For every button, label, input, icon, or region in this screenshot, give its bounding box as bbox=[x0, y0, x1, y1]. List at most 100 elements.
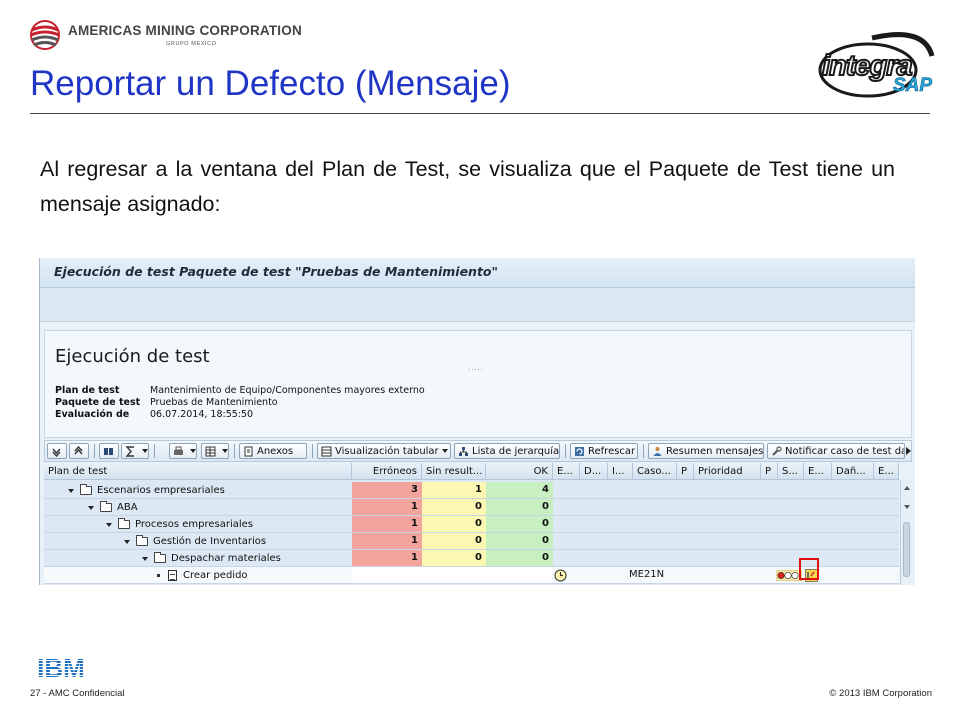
folder-icon bbox=[154, 552, 166, 563]
tree-row-leaf[interactable]: Crear pedido ME21N bbox=[44, 567, 899, 584]
intro-text: Al regresar a la ventana del Plan de Tes… bbox=[40, 157, 895, 216]
col-e2[interactable]: E... bbox=[804, 463, 832, 480]
tree-row[interactable]: Gestión de Inventarios 1 0 0 bbox=[44, 533, 899, 550]
col-p1[interactable]: P bbox=[677, 463, 694, 480]
sum-button[interactable] bbox=[121, 443, 149, 459]
resumen-mensajes-button[interactable]: Resumen mensajes bbox=[648, 443, 764, 459]
col-caso[interactable]: Caso... bbox=[633, 463, 677, 480]
collapse-all-button[interactable] bbox=[69, 443, 89, 459]
lista-label: Lista de jerarquía bbox=[472, 445, 560, 457]
cell-sin-result: 1 bbox=[422, 482, 486, 498]
message-highlight-box bbox=[799, 558, 819, 580]
refrescar-button[interactable]: Refrescar bbox=[570, 443, 638, 459]
node-label: Escenarios empresariales bbox=[97, 485, 225, 496]
scroll-thumb[interactable] bbox=[903, 522, 910, 577]
lista-jerarquia-button[interactable]: Lista de jerarquía bbox=[454, 443, 560, 459]
col-erroneos[interactable]: Erróneos bbox=[352, 463, 422, 480]
header-panel: Ejecución de test Plan de test Mantenimi… bbox=[44, 330, 912, 438]
info-value: Mantenimiento de Equipo/Componentes mayo… bbox=[150, 385, 425, 396]
col-d[interactable]: D... bbox=[580, 463, 608, 480]
document-icon bbox=[168, 570, 177, 581]
caret-icon bbox=[142, 449, 148, 453]
col-plan-de-test[interactable]: Plan de test bbox=[44, 463, 352, 480]
tree-node[interactable]: ABA bbox=[88, 499, 138, 516]
node-label: Gestión de Inventarios bbox=[153, 536, 267, 547]
expand-arrow-icon[interactable] bbox=[124, 539, 130, 544]
cell-blank bbox=[352, 567, 552, 583]
vertical-scrollbar[interactable] bbox=[900, 480, 912, 585]
cell-sin-result: 0 bbox=[422, 516, 486, 532]
tree-row[interactable]: Procesos empresariales 1 0 0 bbox=[44, 516, 899, 533]
cell-ok: 0 bbox=[486, 533, 553, 549]
clock-status-icon[interactable] bbox=[554, 569, 567, 582]
sap-application-toolbar bbox=[40, 288, 915, 322]
expand-arrow-icon[interactable] bbox=[142, 556, 148, 561]
resumen-label: Resumen mensajes bbox=[666, 445, 764, 457]
col-e3[interactable]: E... bbox=[874, 463, 899, 480]
toolbar-overflow-arrow[interactable] bbox=[906, 443, 912, 459]
cell-ok: 0 bbox=[486, 499, 553, 515]
title-divider bbox=[30, 113, 930, 114]
col-dan[interactable]: Dañ... bbox=[832, 463, 874, 480]
folder-icon bbox=[118, 518, 130, 529]
col-s[interactable]: S... bbox=[778, 463, 804, 480]
caret-icon bbox=[190, 449, 196, 453]
sap-wordmark: SAP bbox=[893, 75, 933, 97]
toolbar-separator bbox=[94, 444, 95, 458]
tree-node[interactable]: Escenarios empresariales bbox=[68, 482, 225, 499]
col-sin-result[interactable]: Sin result... bbox=[422, 463, 486, 480]
anexos-label: Anexos bbox=[257, 445, 294, 457]
table-icon bbox=[321, 446, 332, 456]
notificar-caso-button[interactable]: Notificar caso de test da bbox=[767, 443, 905, 459]
company-name: AMERICAS MINING CORPORATION bbox=[68, 23, 302, 38]
tree-node[interactable]: Gestión de Inventarios bbox=[124, 533, 266, 550]
expand-all-button[interactable] bbox=[47, 443, 67, 459]
refrescar-label: Refrescar bbox=[588, 445, 636, 457]
node-label: Despachar materiales bbox=[171, 553, 281, 564]
cell-ok: 0 bbox=[486, 516, 553, 532]
expand-arrow-icon[interactable] bbox=[88, 505, 94, 510]
toolbar-separator bbox=[312, 444, 313, 458]
scroll-down-icon[interactable] bbox=[904, 505, 910, 509]
col-i[interactable]: I... bbox=[608, 463, 633, 480]
splitter-handle[interactable]: ..... bbox=[468, 364, 484, 372]
sap-window: Ejecución de test Paquete de test "Prueb… bbox=[39, 258, 915, 585]
tree-row[interactable]: Despachar materiales 1 0 0 bbox=[44, 550, 899, 567]
anexos-button[interactable]: Anexos bbox=[239, 443, 307, 459]
bullet-icon bbox=[157, 574, 160, 577]
tree-node[interactable]: Procesos empresariales bbox=[106, 516, 253, 533]
panel-title: Ejecución de test bbox=[55, 346, 210, 367]
print-button[interactable] bbox=[169, 443, 197, 459]
tree-node[interactable]: Despachar materiales bbox=[142, 550, 281, 567]
expand-arrow-icon[interactable] bbox=[106, 522, 112, 527]
cell-erroneos: 1 bbox=[352, 550, 422, 566]
caret-icon bbox=[222, 449, 228, 453]
layout-button[interactable] bbox=[201, 443, 229, 459]
visualizacion-tabular-button[interactable]: Visualización tabular bbox=[317, 443, 451, 459]
col-ok[interactable]: OK bbox=[486, 463, 553, 480]
tree-column-header: Plan de test Erróneos Sin result... OK E… bbox=[44, 463, 899, 480]
sap-window-title: Ejecución de test Paquete de test "Prueb… bbox=[54, 264, 499, 279]
col-e1[interactable]: E... bbox=[553, 463, 580, 480]
footer-page-label: 27 - AMC Confidencial bbox=[30, 688, 125, 699]
tree-node[interactable]: Crear pedido bbox=[157, 567, 248, 584]
cell-erroneos: 3 bbox=[352, 482, 422, 498]
sap-title-bar: Ejecución de test Paquete de test "Prueb… bbox=[40, 258, 915, 288]
toolbar-separator bbox=[565, 444, 566, 458]
slide-title: Reportar un Defecto (Mensaje) bbox=[30, 64, 511, 103]
col-p2[interactable]: P bbox=[761, 463, 778, 480]
expand-arrow-icon[interactable] bbox=[68, 488, 74, 493]
find-button[interactable] bbox=[99, 443, 119, 459]
caret-icon bbox=[441, 449, 448, 453]
toolbar-separator bbox=[234, 444, 235, 458]
amc-emblem-icon bbox=[30, 20, 60, 50]
visualizacion-label: Visualización tabular bbox=[335, 445, 439, 457]
col-prioridad[interactable]: Prioridad bbox=[694, 463, 761, 480]
expand-icon bbox=[52, 448, 61, 457]
tree-row[interactable]: ABA 1 0 0 bbox=[44, 499, 899, 516]
ibm-logo-icon: IBM bbox=[37, 653, 85, 683]
scroll-up-icon[interactable] bbox=[904, 486, 910, 490]
cell-erroneos: 1 bbox=[352, 516, 422, 532]
notificar-label: Notificar caso de test da bbox=[785, 445, 905, 457]
tree-row[interactable]: Escenarios empresariales 3 1 4 bbox=[44, 482, 899, 499]
